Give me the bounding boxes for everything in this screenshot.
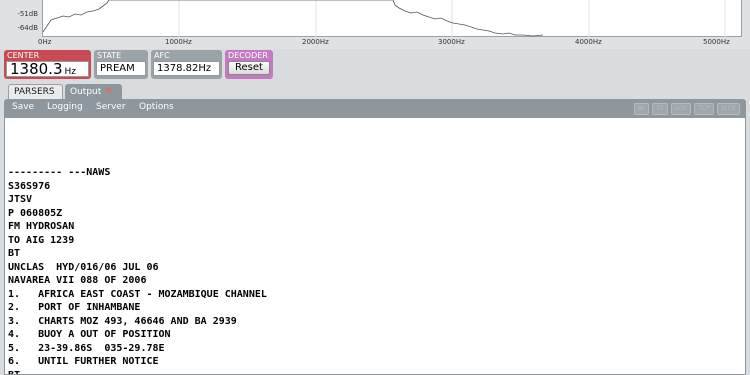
freq-label: 2000Hz [302, 38, 329, 46]
status-badges: BL TS LOG TCP SLCK [631, 103, 740, 115]
db-label: -64dB [17, 24, 38, 32]
center-frequency-value: 1380.3 [10, 60, 63, 78]
output-line: FM HYDROSAN [8, 221, 75, 232]
output-line: S36S976 [8, 180, 51, 192]
output-line: 2. PORT OF INHAMBANE [8, 302, 141, 313]
menu-logging[interactable]: Logging [47, 99, 83, 117]
reset-button[interactable]: Reset [228, 61, 270, 75]
tab-parsers[interactable]: PARSERS [8, 84, 63, 99]
afc-control: AFC 1378.82Hz [151, 50, 222, 79]
state-label: STATE [97, 51, 122, 60]
output-text: --------- ---NAWS S36S976 JTSV P 060805Z… [8, 166, 267, 375]
freq-label: 1000Hz [165, 38, 192, 46]
freq-label: 3000Hz [438, 38, 465, 46]
freq-label: 0Hz [38, 38, 52, 46]
afc-value: 1378.82Hz [153, 61, 220, 76]
center-frequency-control: CENTER 1380.3 Hz [4, 50, 91, 79]
center-frequency-input[interactable]: 1380.3 Hz [6, 61, 89, 77]
output-line: 4. BUOY A OUT OF POSITION [8, 329, 171, 340]
menu-save[interactable]: Save [12, 99, 34, 117]
output-line: 5. 23-39.86S 035-29.78E [8, 342, 165, 354]
badge-bl[interactable]: BL [633, 103, 650, 115]
close-icon[interactable]: ✕ [104, 86, 112, 97]
badge-tcp[interactable]: TCP [694, 103, 714, 115]
db-label: -51dB [17, 10, 38, 18]
badge-log[interactable]: LOG [670, 103, 692, 115]
tab-output-label: Output [70, 87, 102, 97]
output-line: BT [8, 248, 21, 259]
badge-ts[interactable]: TS [652, 103, 668, 115]
output-line: 6. UNTIL FURTHER NOTICE [8, 356, 159, 367]
freq-label: 5000Hz [703, 38, 730, 46]
tab-output[interactable]: Output ✕ [65, 84, 122, 99]
afc-label: AFC [154, 51, 170, 60]
spectrum-plot[interactable] [42, 0, 742, 37]
output-line: UNCLAS HYD/016/06 JUL 06 [8, 261, 159, 273]
freq-label: 4000Hz [575, 38, 602, 46]
badge-slck[interactable]: SLCK [716, 103, 740, 115]
output-line: JTSV [8, 194, 33, 205]
output-line: P 060805Z [8, 207, 63, 219]
menu-server[interactable]: Server [96, 99, 126, 117]
output-line: NAVAREA VII 088 OF 2006 [8, 275, 147, 286]
output-line: 3. CHARTS MOZ 493, 46646 AND BA 2939 [8, 315, 237, 327]
state-value: PREAM [96, 61, 146, 76]
output-line: 1. AFRICA EAST COAST - MOZAMBIQUE CHANNE… [8, 288, 267, 300]
spectrum-graph [43, 0, 726, 37]
output-line: BT [8, 369, 21, 375]
state-control: STATE PREAM [94, 50, 148, 79]
center-unit: Hz [64, 67, 77, 77]
decoder-control: DECODER Reset [225, 50, 273, 79]
menu-options[interactable]: Options [139, 99, 174, 117]
output-text-area[interactable]: --------- ---NAWS S36S976 JTSV P 060805Z… [4, 117, 746, 375]
output-line: TO AIG 1239 [8, 234, 75, 246]
decoder-label: DECODER [228, 51, 268, 60]
output-line: --------- ---NAWS [8, 167, 111, 178]
output-menubar: Save Logging Server Options BL TS LOG TC… [4, 99, 746, 117]
spectrum-display[interactable]: -51dB -64dB 0Hz 1000Hz 2000Hz 3000Hz 400… [0, 0, 750, 49]
